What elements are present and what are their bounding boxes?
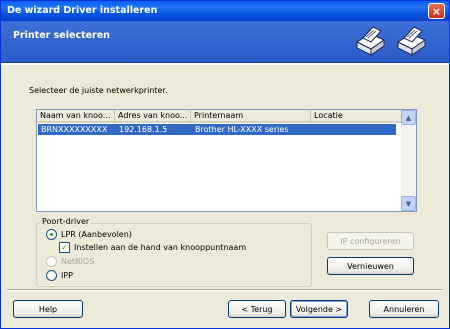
ipp-label: IPP <box>61 271 74 280</box>
help-button[interactable]: Help <box>13 300 83 318</box>
lpr-option[interactable]: LPR (Aanbevolen) <box>46 229 132 240</box>
port-driver-legend: Poort-driver <box>40 217 92 226</box>
ipp-radio[interactable] <box>46 270 57 281</box>
next-button[interactable]: Volgende > <box>290 300 348 318</box>
netbios-label: NetBIOS <box>61 257 95 266</box>
back-button[interactable]: < Terug <box>228 300 286 318</box>
lpr-radio[interactable] <box>46 229 57 240</box>
column-header-node-name[interactable]: Naam van knoo... <box>37 110 115 123</box>
manual-node-checkbox[interactable]: ✓ <box>59 242 70 253</box>
cell-location <box>312 124 396 135</box>
close-icon: × <box>431 4 442 18</box>
scroll-up-icon[interactable]: ▲ <box>401 110 416 125</box>
ipp-option[interactable]: IPP <box>46 270 73 281</box>
printer-icon <box>355 26 386 56</box>
column-header-node-address[interactable]: Adres van knoo... <box>115 110 191 123</box>
ip-configure-button[interactable]: IP configureren <box>327 232 414 250</box>
title-bar[interactable]: De wizard Driver installeren × <box>1 1 449 21</box>
column-header-location[interactable]: Locatie <box>311 110 402 123</box>
header-divider <box>1 63 449 65</box>
manual-node-option[interactable]: ✓ Instellen aan de hand van knooppuntnaa… <box>59 242 246 253</box>
list-header: Naam van knoo... Adres van knoo... Print… <box>37 110 402 123</box>
wizard-window: De wizard Driver installeren × Printer s… <box>0 0 450 329</box>
lpr-label: LPR (Aanbevolen) <box>61 230 132 239</box>
vertical-scrollbar[interactable]: ▲ ▼ <box>401 110 416 211</box>
cell-printer-name: Brother HL-XXXX series <box>195 125 289 134</box>
close-button[interactable]: × <box>428 3 445 19</box>
printer-icon <box>396 26 427 56</box>
cancel-button[interactable]: Annuleren <box>369 300 439 318</box>
footer-divider <box>7 289 443 291</box>
netbios-radio[interactable] <box>46 256 57 267</box>
printer-list[interactable]: Naam van knoo... Adres van knoo... Print… <box>36 109 417 212</box>
window-title: De wizard Driver installeren <box>7 5 158 16</box>
cell-node-name: BRNXXXXXXXXX <box>41 125 108 134</box>
wizard-header: Printer selecteren <box>1 21 449 63</box>
page-title: Printer selecteren <box>13 30 110 41</box>
cell-node-address: 192.168.1.5 <box>119 125 168 134</box>
refresh-button[interactable]: Vernieuwen <box>327 257 414 275</box>
scroll-down-icon[interactable]: ▼ <box>401 196 416 211</box>
netbios-option[interactable]: NetBIOS <box>46 256 94 267</box>
table-row[interactable]: BRNXXXXXXXXX 192.168.1.5 Brother HL-XXXX… <box>38 124 396 135</box>
manual-node-label: Instellen aan de hand van knooppuntnaam <box>74 243 247 252</box>
instruction-text: Selecteer de juiste netwerkprinter. <box>29 86 168 95</box>
column-header-printer-name[interactable]: Printernaam <box>191 110 311 123</box>
